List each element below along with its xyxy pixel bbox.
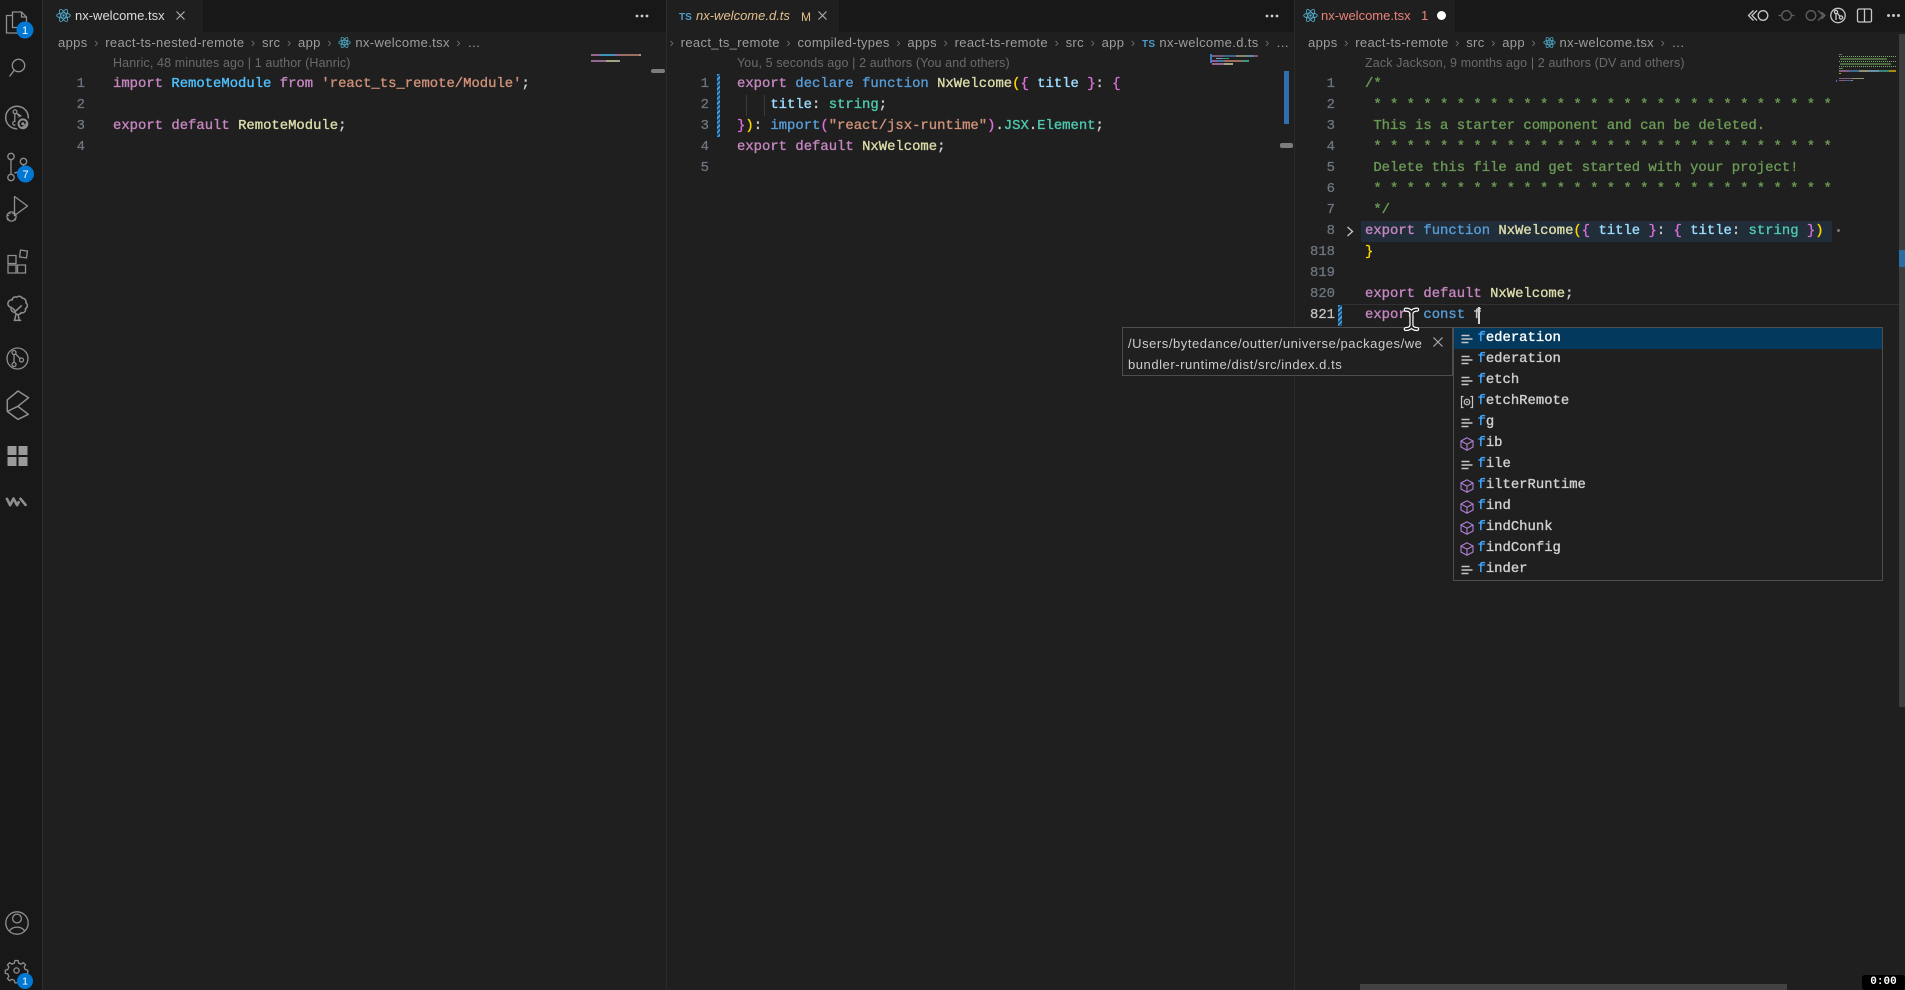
svg-text:1: 1 <box>22 25 28 37</box>
svg-text:7: 7 <box>22 169 28 181</box>
svg-text:1: 1 <box>22 976 28 988</box>
